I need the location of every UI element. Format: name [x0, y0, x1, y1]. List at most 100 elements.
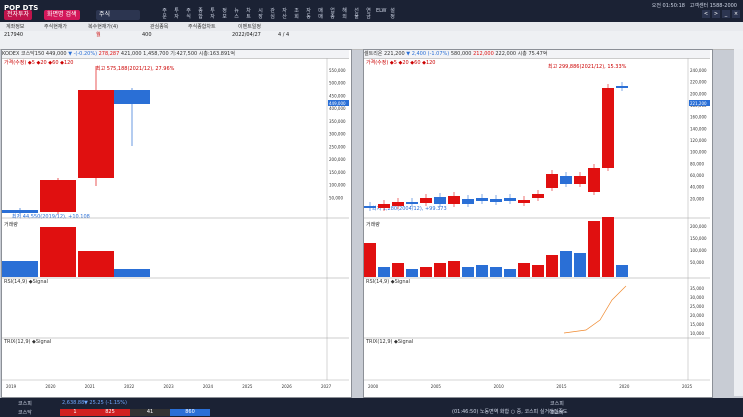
time-tick-label: 2020 [619, 384, 630, 389]
current-price-label: 221,200 [690, 101, 707, 106]
indicator-tick-label: 25,000 [690, 304, 704, 309]
volume-tick-label: 100,000 [690, 248, 707, 253]
menu-item-10[interactable]: 자산 [280, 8, 289, 20]
menu-item-9[interactable]: 관심 [268, 8, 277, 20]
breadth-seg-3: 860 [170, 409, 210, 416]
price-tick-label: 220,000 [690, 80, 707, 85]
close-icon[interactable]: × [732, 10, 740, 18]
minimize-icon[interactable]: _ [722, 10, 730, 18]
volume-bar [546, 255, 558, 277]
time-tick-label: 2000 [368, 384, 379, 389]
screen-tab-0[interactable]: 계좌정보 [4, 23, 26, 31]
menu-item-19[interactable]: 설정 [388, 8, 397, 20]
menu-item-5[interactable]: 정보 [220, 8, 229, 20]
screen-tab-2[interactable]: 복수현재가(4) [86, 23, 120, 31]
stock-code-input[interactable]: 217940 [4, 31, 23, 40]
right-candlestick-chart[interactable]: 240,000220,000200,000180,000160,000140,0… [364, 58, 710, 396]
price-tick-label: 550,000 [329, 68, 346, 73]
menu-item-11[interactable]: 조회 [292, 8, 301, 20]
time-tick-label: 2020 [45, 384, 56, 389]
account-select[interactable]: 주식 [96, 10, 140, 20]
date-input[interactable]: 2022/04/27 [232, 31, 261, 40]
candle-body [504, 198, 516, 201]
time-tick-label: 2015 [556, 384, 567, 389]
volume-bar [560, 251, 572, 277]
next-icon[interactable]: > [712, 10, 720, 18]
volume-tick-label: 50,000 [690, 260, 704, 265]
menu-item-1[interactable]: 투자 [172, 8, 181, 20]
candle-body [114, 90, 150, 104]
screen-tab-5[interactable]: 이벤트일정 [236, 23, 263, 31]
right-stock-title[interactable]: 셀트리온 [364, 51, 382, 57]
volume-bar [78, 251, 114, 277]
volume-bar [462, 267, 474, 277]
candle-body [532, 194, 544, 198]
candle-body [406, 202, 418, 204]
nav-pill-trade[interactable]: 전자투자 [4, 10, 33, 20]
drawing-tool-sidebar [734, 49, 743, 396]
left-candlestick-chart[interactable]: 550,000 500,000 450,000 400,000 350,000 300,0… [2, 58, 349, 396]
volume-tick-label: 150,000 [690, 236, 707, 241]
volume-bar [490, 267, 502, 277]
price-tick-label: 500,000 [329, 81, 346, 86]
volume-bar [476, 265, 488, 277]
volume-bar [114, 269, 150, 277]
time-tick-label: 2026 [282, 384, 293, 389]
menu-item-12[interactable]: 자동 [304, 8, 313, 20]
time-tick-label: 2021 [85, 384, 96, 389]
price-tick-label: 240,000 [690, 68, 707, 73]
candle-body [462, 199, 474, 204]
menu-item-13[interactable]: 매매 [316, 8, 325, 20]
volume-bar [378, 267, 390, 277]
period-unit[interactable]: 월 [96, 31, 101, 40]
volume-bar [406, 269, 418, 277]
menu-item-17[interactable]: 연금 [364, 8, 373, 20]
menu-item-16[interactable]: 선물 [352, 8, 361, 20]
candle-body [560, 176, 572, 184]
menu-item-6[interactable]: 뉴스 [232, 8, 241, 20]
clock-text: 오전 01:50:18 고객센터 1588-2000 [651, 3, 737, 9]
time-tick-label: 2022 [124, 384, 135, 389]
candle-body [602, 88, 614, 168]
left-stock-title[interactable]: KODEX 코스닥150 [2, 51, 44, 57]
candle-body [378, 204, 390, 208]
volume-bar [420, 267, 432, 277]
menu-item-18[interactable]: ELW [376, 8, 386, 20]
price-tick-label: 250,000 [329, 144, 346, 149]
volume-bar [532, 265, 544, 277]
volume-bar [588, 221, 600, 277]
menu-item-8[interactable]: 시장 [256, 8, 265, 20]
menu-item-7[interactable]: 차트 [244, 8, 253, 20]
menu-item-14[interactable]: 업종 [328, 8, 337, 20]
time-tick-label: 2025 [682, 384, 693, 389]
menu-item-0[interactable]: 주문 [160, 8, 169, 20]
price-tick-label: 100,000 [329, 183, 346, 188]
indicator-tick-label: 30,000 [690, 295, 704, 300]
count-input[interactable]: 400 [142, 31, 152, 40]
page-ratio: 4 / 4 [278, 32, 290, 38]
right-index-a: 코스피 [550, 401, 564, 407]
screen-tab-3[interactable]: 관심종목 [148, 23, 170, 31]
main-menu: 주문 투자 주식 종합 투자 정보 뉴스 차트 시장 관심 자산 조회 자동 매매 업종 해외 선물 연금 ELW 설… [160, 8, 397, 20]
time-tick-label: 2025 [242, 384, 253, 389]
right-index-b: 코스닥 [550, 410, 564, 416]
menu-item-4[interactable]: 투자 [208, 8, 217, 20]
menu-item-2[interactable]: 주식 [184, 8, 193, 20]
screen-search-input[interactable]: 화면명 검색 [44, 10, 80, 20]
prev-icon[interactable]: < [702, 10, 710, 18]
menu-item-3[interactable]: 종합 [196, 8, 205, 20]
time-tick-label: 2005 [431, 384, 442, 389]
current-price-label: 449,000 [329, 101, 346, 106]
price-tick-label: 400,000 [329, 106, 346, 111]
volume-bar [504, 269, 516, 277]
volume-bar [434, 263, 446, 277]
price-tick-label: 450,000 [329, 93, 346, 98]
screen-tab-4[interactable]: 주식종합차트 [186, 23, 218, 31]
price-tick-label: 100,000 [690, 150, 707, 155]
price-tick-label: 60,000 [690, 173, 704, 178]
screen-tab-1[interactable]: 주식현재가 [42, 23, 69, 31]
price-tick-label: 80,000 [690, 161, 704, 166]
menu-item-15[interactable]: 해외 [340, 8, 349, 20]
candle-body [392, 202, 404, 206]
price-tick-label: 200,000 [329, 157, 346, 162]
